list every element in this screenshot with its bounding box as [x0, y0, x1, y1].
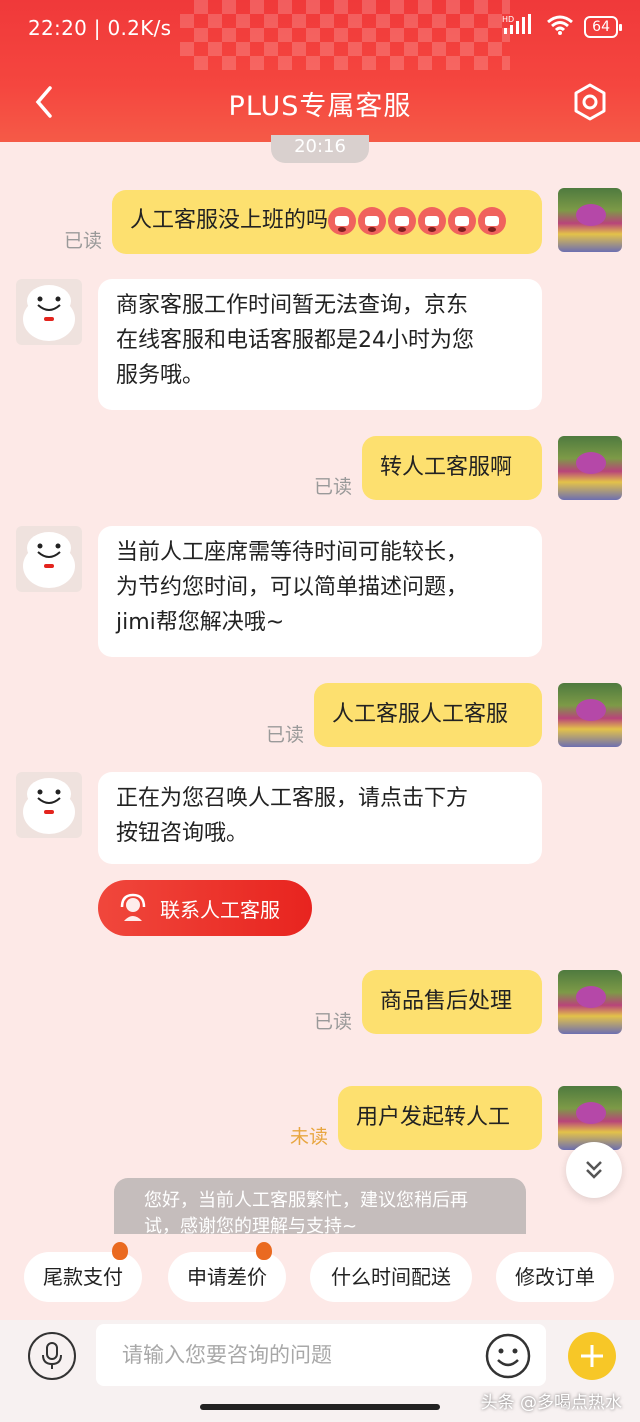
user-avatar[interactable]	[558, 970, 622, 1034]
microphone-icon	[42, 1342, 62, 1369]
status-icons: HD 64	[502, 14, 622, 40]
read-receipt: 已读	[314, 476, 353, 498]
contact-agent-button[interactable]: 联系人工客服	[98, 880, 312, 936]
chip-delivery-time[interactable]: 什么时间配送	[310, 1252, 472, 1302]
plus-icon	[581, 1345, 603, 1367]
scared-emoji-icon	[478, 207, 507, 235]
message-line: 商家客服工作时间暂无法查询，京东	[116, 293, 469, 318]
bot-avatar[interactable]	[16, 279, 82, 345]
chip-label: 什么时间配送	[331, 1265, 451, 1289]
more-actions-button[interactable]	[568, 1332, 616, 1380]
message-line: 正在为您召唤人工客服，请点击下方	[116, 786, 469, 811]
bot-avatar[interactable]	[16, 772, 82, 838]
user-message[interactable]: 商品售后处理	[362, 970, 542, 1034]
scroll-to-bottom-button[interactable]	[566, 1142, 622, 1198]
chip-modify-order[interactable]: 修改订单	[496, 1252, 614, 1302]
emoji-group	[328, 207, 507, 235]
quick-reply-bar: 尾款支付 申请差价 什么时间配送 修改订单	[0, 1234, 640, 1320]
message-input[interactable]: 请输入您要咨询的问题	[96, 1324, 546, 1386]
scared-emoji-icon	[328, 207, 357, 235]
chip-label: 申请差价	[187, 1265, 267, 1289]
avatar-flower	[576, 452, 606, 474]
watermark: 头条 @多喝点热水	[480, 1393, 622, 1413]
read-receipt: 已读	[64, 230, 103, 252]
svg-text:HD: HD	[502, 15, 514, 24]
scared-emoji-icon	[388, 207, 417, 235]
message-line: 在线客服和电话客服都是24小时为您	[116, 328, 474, 353]
bot-message: 商家客服工作时间暂无法查询，京东 在线客服和电话客服都是24小时为您 服务哦。	[98, 279, 542, 410]
hot-badge-icon	[112, 1242, 128, 1260]
busy-notice-toast: 您好，当前人工客服繁忙，建议您稍后再 试，感谢您的理解与支持~	[114, 1178, 526, 1234]
message-text: 人工客服没上班的吗	[130, 208, 329, 233]
scared-emoji-icon	[358, 207, 387, 235]
avatar-flower	[576, 1102, 606, 1124]
chip-label: 尾款支付	[43, 1265, 123, 1289]
status-time: 22:20 | 0.2K/s	[28, 16, 172, 40]
avatar-flower	[576, 204, 606, 226]
emoji-button[interactable]	[484, 1332, 532, 1380]
signal-icon: HD	[502, 14, 536, 40]
settings-button[interactable]	[570, 82, 610, 122]
header-pattern	[180, 0, 510, 70]
avatar-flower	[576, 699, 606, 721]
scared-emoji-icon	[448, 207, 477, 235]
user-avatar[interactable]	[558, 188, 622, 252]
bot-avatar[interactable]	[16, 526, 82, 592]
jd-dog-icon	[23, 532, 75, 588]
chip-label: 修改订单	[515, 1265, 595, 1289]
battery-indicator: 64	[584, 16, 622, 38]
chip-price-difference[interactable]: 申请差价	[168, 1242, 286, 1302]
user-avatar[interactable]	[558, 683, 622, 747]
user-avatar[interactable]	[558, 1086, 622, 1150]
toast-line: 您好，当前人工客服繁忙，建议您稍后再	[144, 1190, 468, 1211]
user-message[interactable]: 转人工客服啊	[362, 436, 542, 500]
unread-receipt: 未读	[290, 1126, 329, 1148]
bot-message: 当前人工座席需等待时间可能较长， 为节约您时间，可以简单描述问题， jimi帮您…	[98, 526, 542, 657]
header-bar: 22:20 | 0.2K/s HD 64 PLUS专属客服	[0, 0, 640, 142]
hot-badge-icon	[256, 1242, 272, 1260]
wifi-icon	[546, 14, 574, 40]
toast-line: 试，感谢您的理解与支持~	[144, 1216, 358, 1234]
bot-message: 正在为您召唤人工客服，请点击下方 按钮咨询哦。	[98, 772, 542, 864]
user-message[interactable]: 人工客服人工客服	[314, 683, 542, 747]
scared-emoji-icon	[418, 207, 447, 235]
jd-dog-icon	[23, 285, 75, 341]
user-avatar[interactable]	[558, 436, 622, 500]
contact-agent-label: 联系人工客服	[160, 897, 280, 922]
avatar-flower	[576, 986, 606, 1008]
gear-icon	[574, 83, 606, 121]
chip-final-payment[interactable]: 尾款支付	[24, 1242, 142, 1302]
page-title: PLUS专属客服	[228, 91, 412, 122]
smiley-icon	[485, 1333, 531, 1379]
home-indicator[interactable]	[200, 1404, 440, 1410]
message-line: 按钮咨询哦。	[116, 821, 249, 846]
chat-timestamp: 20:16	[271, 135, 369, 163]
read-receipt: 已读	[314, 1011, 353, 1033]
message-line: 为节约您时间，可以简单描述问题，	[116, 575, 469, 600]
voice-button[interactable]	[28, 1332, 76, 1380]
user-message[interactable]: 用户发起转人工	[338, 1086, 542, 1150]
message-line: 服务哦。	[116, 363, 205, 388]
read-receipt: 已读	[266, 724, 305, 746]
message-line: jimi帮您解决哦~	[116, 610, 285, 635]
message-line: 当前人工座席需等待时间可能较长，	[116, 540, 469, 565]
double-chevron-down-icon	[586, 1161, 602, 1179]
user-message[interactable]: 人工客服没上班的吗	[112, 190, 542, 254]
headset-icon	[120, 893, 146, 921]
jd-dog-icon	[23, 778, 75, 834]
